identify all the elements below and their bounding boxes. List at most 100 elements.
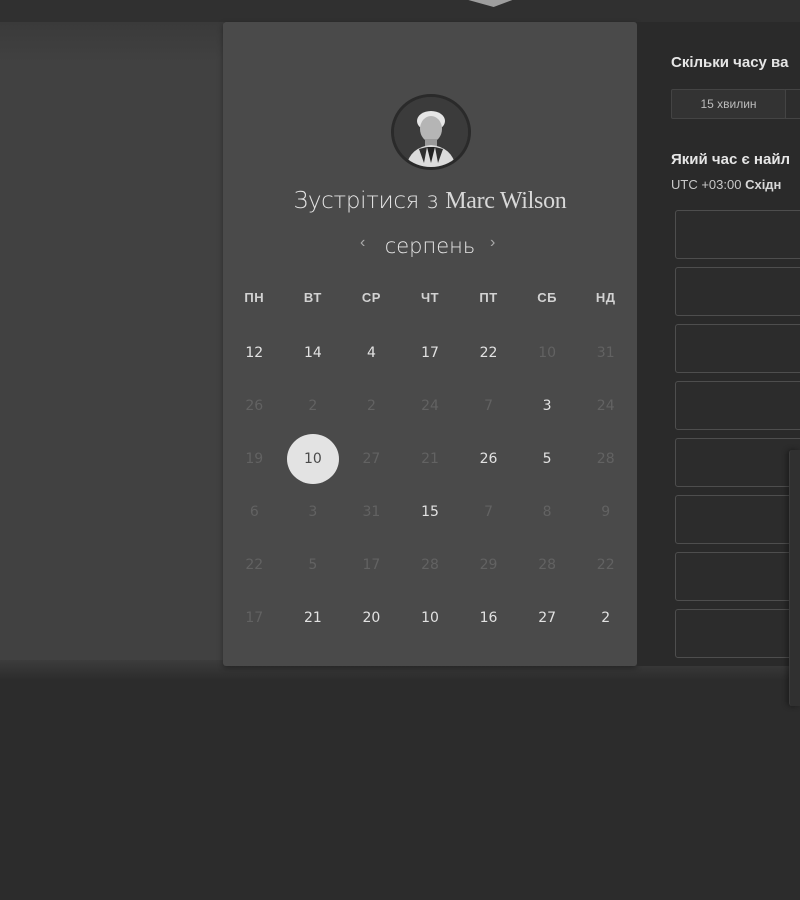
calendar-day-number: 5 — [308, 556, 318, 573]
month-navigation: ‹ серпень › — [223, 232, 637, 262]
calendar-day-number: 2 — [308, 397, 318, 414]
calendar-day-disabled: 3 — [284, 485, 343, 538]
calendar-day-disabled: 8 — [518, 485, 577, 538]
calendar-day-number: 28 — [538, 556, 557, 573]
weekday-label: ПТ — [479, 290, 498, 305]
calendar-day-number: 24 — [421, 397, 439, 414]
time-slot[interactable] — [675, 495, 800, 544]
calendar-day-number: 21 — [421, 450, 439, 467]
calendar-day[interactable]: 2 — [576, 591, 635, 644]
calendar-day-disabled: 22 — [225, 538, 284, 591]
calendar-day-number: 20 — [362, 609, 381, 626]
calendar-day-number: 10 — [538, 344, 557, 361]
avatar — [391, 94, 471, 170]
calendar-day-disabled: 28 — [518, 538, 577, 591]
calendar-day-disabled: 31 — [342, 485, 401, 538]
calendar-day-number: 3 — [308, 503, 318, 520]
calendar-day-number: 24 — [596, 397, 615, 414]
calendar-day-number: 5 — [542, 450, 552, 467]
calendar-day[interactable]: 17 — [401, 326, 460, 379]
calendar-day-number: 22 — [479, 344, 498, 361]
weekday-label: НД — [595, 290, 616, 305]
time-slot[interactable] — [675, 267, 800, 316]
calendar-day-number: 22 — [245, 556, 264, 573]
duration-option-next[interactable] — [785, 89, 800, 119]
calendar-day-disabled: 2 — [284, 379, 343, 432]
weekday-label: ВТ — [303, 290, 322, 305]
time-slot[interactable] — [675, 438, 800, 487]
calendar-day-disabled: 5 — [284, 538, 343, 591]
calendar-day[interactable]: 16 — [459, 591, 518, 644]
calendar-day[interactable]: 21 — [284, 591, 343, 644]
calendar-day[interactable]: 5 — [518, 432, 577, 485]
side-popup — [789, 450, 800, 706]
calendar-day-disabled: 2 — [342, 379, 401, 432]
time-question: Який час є найл — [671, 151, 791, 168]
timezone-label[interactable]: UTC +03:00 Східн — [671, 177, 781, 192]
calendar-day-number: 6 — [249, 503, 259, 520]
calendar-day-disabled: 24 — [576, 379, 635, 432]
time-slot[interactable] — [675, 381, 800, 430]
timezone-name: Східн — [745, 177, 782, 192]
calendar-day-number: 14 — [303, 344, 322, 361]
calendar-day[interactable]: 27 — [518, 591, 577, 644]
time-slot[interactable] — [675, 552, 800, 601]
calendar-day-number: 21 — [303, 609, 322, 626]
calendar-day-number: 12 — [245, 344, 264, 361]
calendar-day[interactable]: 22 — [459, 326, 518, 379]
chevron-left-icon[interactable]: ‹ — [360, 234, 365, 252]
weekday-label: ПН — [244, 290, 265, 305]
calendar-day-number: 2 — [601, 609, 611, 626]
calendar-card: Зустрітися з Marc Wilson ‹ серпень › ПН … — [223, 22, 637, 666]
calendar-day-disabled: 17 — [225, 591, 284, 644]
host-name: Marc Wilson — [445, 188, 567, 214]
weekday-header: ПН ВТ СР ЧТ ПТ СБ НД — [225, 290, 635, 305]
calendar-day-number: 7 — [484, 397, 494, 414]
calendar-day[interactable]: 12 — [225, 326, 284, 379]
calendar-day-disabled: 6 — [225, 485, 284, 538]
calendar-day[interactable]: 26 — [459, 432, 518, 485]
calendar-day-selected[interactable]: 10 — [284, 432, 343, 485]
chevron-right-icon[interactable]: › — [490, 234, 495, 252]
calendar-day-number: 31 — [362, 503, 381, 520]
calendar-day-disabled: 7 — [459, 485, 518, 538]
calendar-day-number: 10 — [303, 450, 322, 467]
calendar-day[interactable]: 3 — [518, 379, 577, 432]
calendar-day-disabled: 10 — [518, 326, 577, 379]
calendar-day[interactable]: 10 — [401, 591, 460, 644]
calendar-day-number: 22 — [596, 556, 615, 573]
weekday-label: ЧТ — [420, 290, 440, 305]
calendar-day-number: 15 — [421, 503, 439, 520]
calendar-day-number: 9 — [601, 503, 611, 520]
calendar-day-disabled: 26 — [225, 379, 284, 432]
calendar-day-number: 10 — [421, 609, 439, 626]
calendar-day-disabled: 22 — [576, 538, 635, 591]
time-slot[interactable] — [675, 210, 800, 259]
calendar-day-number: 2 — [366, 397, 376, 414]
scheduling-panel: Скільки часу ва 15 хвилин Який час є най… — [637, 22, 800, 666]
time-slot[interactable] — [675, 324, 800, 373]
calendar-day-number: 17 — [245, 609, 264, 626]
calendar-day-disabled: 9 — [576, 485, 635, 538]
calendar-day-disabled: 7 — [459, 379, 518, 432]
calendar-day-number: 29 — [479, 556, 498, 573]
weekday-label: СР — [361, 290, 381, 305]
calendar-day[interactable]: 4 — [342, 326, 401, 379]
left-background — [0, 22, 224, 667]
duration-question: Скільки часу ва — [671, 54, 789, 71]
month-label: серпень — [384, 234, 476, 258]
calendar-day-number: 31 — [596, 344, 615, 361]
calendar-day-disabled: 31 — [576, 326, 635, 379]
calendar-day-disabled: 29 — [459, 538, 518, 591]
calendar-day[interactable]: 14 — [284, 326, 343, 379]
duration-option-15[interactable]: 15 хвилин — [671, 89, 786, 119]
calendar-day-number: 3 — [542, 397, 552, 414]
calendar-day-number: 26 — [245, 397, 264, 414]
calendar-day-number: 27 — [362, 450, 381, 467]
time-slot[interactable] — [675, 609, 800, 658]
weekday-label: СБ — [537, 290, 557, 305]
calendar-day-number: 26 — [479, 450, 498, 467]
calendar-day[interactable]: 15 — [401, 485, 460, 538]
top-band — [0, 0, 800, 22]
calendar-day[interactable]: 20 — [342, 591, 401, 644]
